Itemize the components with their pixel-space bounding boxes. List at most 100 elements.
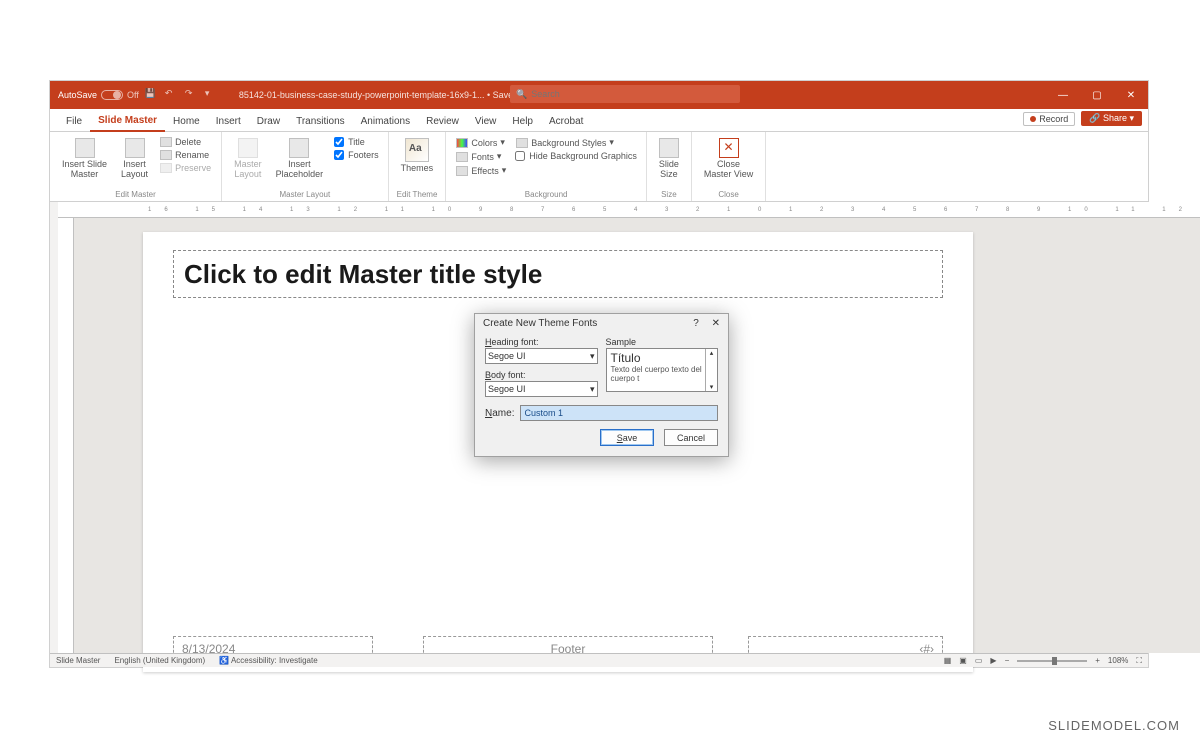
share-button[interactable]: 🔗 Share ▾	[1081, 111, 1142, 126]
sample-label: Sample	[606, 337, 719, 347]
effects-icon	[456, 166, 468, 176]
search-input[interactable]	[531, 89, 734, 99]
slide-master-icon	[75, 138, 95, 158]
tab-review[interactable]: Review	[418, 112, 467, 131]
view-slideshow-icon[interactable]: ▶	[990, 656, 996, 665]
group-edit-master: Edit Master	[58, 188, 213, 199]
maximize-button[interactable]: ▢	[1080, 81, 1114, 109]
view-reading-icon[interactable]: ▭	[975, 656, 983, 665]
tab-draw[interactable]: Draw	[249, 112, 288, 131]
slide-size-button[interactable]: Slide Size	[655, 136, 683, 182]
save-button[interactable]: Save	[600, 429, 654, 446]
slide-size-icon	[659, 138, 679, 158]
tab-transitions[interactable]: Transitions	[288, 112, 353, 131]
themes-button[interactable]: Themes	[397, 136, 438, 176]
footers-checkbox[interactable]: Footers	[333, 149, 380, 161]
rename-button[interactable]: Rename	[158, 149, 213, 161]
preserve-button[interactable]: Preserve	[158, 162, 213, 174]
status-bar: Slide Master English (United Kingdom) ♿ …	[50, 653, 1148, 667]
zoom-in-button[interactable]: +	[1095, 656, 1100, 665]
close-master-button[interactable]: ✕Close Master View	[700, 136, 757, 182]
dialog-help-button[interactable]: ?	[693, 318, 699, 329]
tab-file[interactable]: File	[58, 112, 90, 131]
status-accessibility[interactable]: ♿ Accessibility: Investigate	[219, 656, 317, 665]
ribbon-tabs: File Slide Master Home Insert Draw Trans…	[50, 109, 1148, 132]
status-view[interactable]: Slide Master	[56, 656, 100, 665]
bg-styles-icon	[516, 138, 528, 148]
master-layout-button[interactable]: Master Layout	[230, 136, 266, 182]
zoom-slider[interactable]	[1017, 660, 1087, 662]
thumbnail-panel[interactable]: Click to edit Master title style ◆ Slide…	[50, 202, 58, 653]
sample-title: Título	[611, 351, 704, 365]
group-close: Close	[700, 188, 757, 199]
save-icon[interactable]: 💾	[145, 88, 159, 102]
view-sorter-icon[interactable]: ▣	[959, 656, 967, 665]
chevron-down-icon: ▾	[590, 384, 595, 395]
horizontal-ruler[interactable]: 16 15 14 13 12 11 10 9 8 7 6 5 4 3 2 1 0…	[58, 202, 1200, 218]
close-icon: ✕	[719, 138, 739, 158]
close-window-button[interactable]: ✕	[1114, 81, 1148, 109]
delete-button[interactable]: Delete	[158, 136, 213, 148]
redo-icon[interactable]: ↷	[185, 88, 199, 102]
tab-view[interactable]: View	[467, 112, 505, 131]
status-language[interactable]: English (United Kingdom)	[114, 656, 205, 665]
fonts-icon	[456, 152, 468, 162]
search-icon: 🔍	[516, 89, 527, 100]
sample-preview: Título Texto del cuerpo texto del cuerpo…	[606, 348, 719, 392]
watermark: SLIDEMODEL.COM	[1048, 718, 1180, 733]
master-layout-icon	[238, 138, 258, 158]
delete-icon	[160, 137, 172, 147]
search-box[interactable]: 🔍	[510, 85, 740, 103]
body-font-select[interactable]: Segoe UI▾	[485, 381, 598, 397]
undo-icon[interactable]: ↶	[165, 88, 179, 102]
bg-styles-button[interactable]: Background Styles ▾	[514, 136, 638, 149]
title-bar: AutoSave Off 💾 ↶ ↷ ▾ 85142-01-business-c…	[50, 81, 1148, 109]
rename-icon	[160, 150, 172, 160]
title-placeholder[interactable]: Click to edit Master title style	[173, 250, 943, 298]
name-input[interactable]	[520, 405, 718, 421]
tab-acrobat[interactable]: Acrobat	[541, 112, 591, 131]
themes-icon	[405, 138, 429, 162]
record-button[interactable]: Record	[1023, 112, 1075, 126]
autosave-state: Off	[127, 90, 139, 100]
tab-home[interactable]: Home	[165, 112, 208, 131]
group-edit-theme: Edit Theme	[397, 188, 438, 199]
insert-layout-button[interactable]: Insert Layout	[117, 136, 152, 182]
placeholder-icon	[289, 138, 309, 158]
qat-more-icon[interactable]: ▾	[205, 88, 219, 102]
colors-icon	[456, 138, 468, 148]
cancel-button[interactable]: Cancel	[664, 429, 718, 446]
group-master-layout: Master Layout	[230, 188, 380, 199]
name-label: Name:	[485, 408, 514, 419]
fonts-button[interactable]: Fonts ▾	[454, 150, 508, 163]
tab-animations[interactable]: Animations	[353, 112, 418, 131]
view-normal-icon[interactable]: ▦	[944, 656, 952, 665]
heading-font-label: Heading font:	[485, 337, 598, 347]
zoom-out-button[interactable]: −	[1005, 656, 1010, 665]
dialog-close-button[interactable]: ✕	[712, 318, 720, 329]
minimize-button[interactable]: —	[1046, 81, 1080, 109]
create-theme-fonts-dialog: Create New Theme Fonts ? ✕ Heading font:…	[474, 313, 729, 457]
sample-body: Texto del cuerpo texto del cuerpo t	[611, 365, 704, 383]
effects-button[interactable]: Effects ▾	[454, 164, 508, 177]
vertical-ruler[interactable]	[58, 218, 74, 653]
tab-help[interactable]: Help	[504, 112, 541, 131]
preserve-icon	[160, 163, 172, 173]
dialog-title: Create New Theme Fonts	[483, 318, 597, 329]
heading-font-select[interactable]: Segoe UI▾	[485, 348, 598, 364]
insert-slide-master-button[interactable]: Insert Slide Master	[58, 136, 111, 182]
insert-placeholder-button[interactable]: Insert Placeholder	[272, 136, 328, 182]
colors-button[interactable]: Colors ▾	[454, 136, 508, 149]
record-dot-icon	[1030, 116, 1036, 122]
zoom-level[interactable]: 108%	[1108, 656, 1128, 665]
autosave-toggle[interactable]	[101, 90, 123, 100]
fit-window-button[interactable]: ⛶	[1136, 656, 1142, 666]
hide-bg-checkbox[interactable]: Hide Background Graphics	[514, 150, 638, 162]
tab-slide-master[interactable]: Slide Master	[90, 111, 165, 132]
body-font-label: Body font:	[485, 370, 598, 380]
chevron-down-icon: ▾	[590, 351, 595, 362]
sample-scrollbar[interactable]: ▴▾	[705, 349, 717, 391]
group-size: Size	[655, 188, 683, 199]
title-checkbox[interactable]: Title	[333, 136, 380, 148]
tab-insert[interactable]: Insert	[208, 112, 249, 131]
